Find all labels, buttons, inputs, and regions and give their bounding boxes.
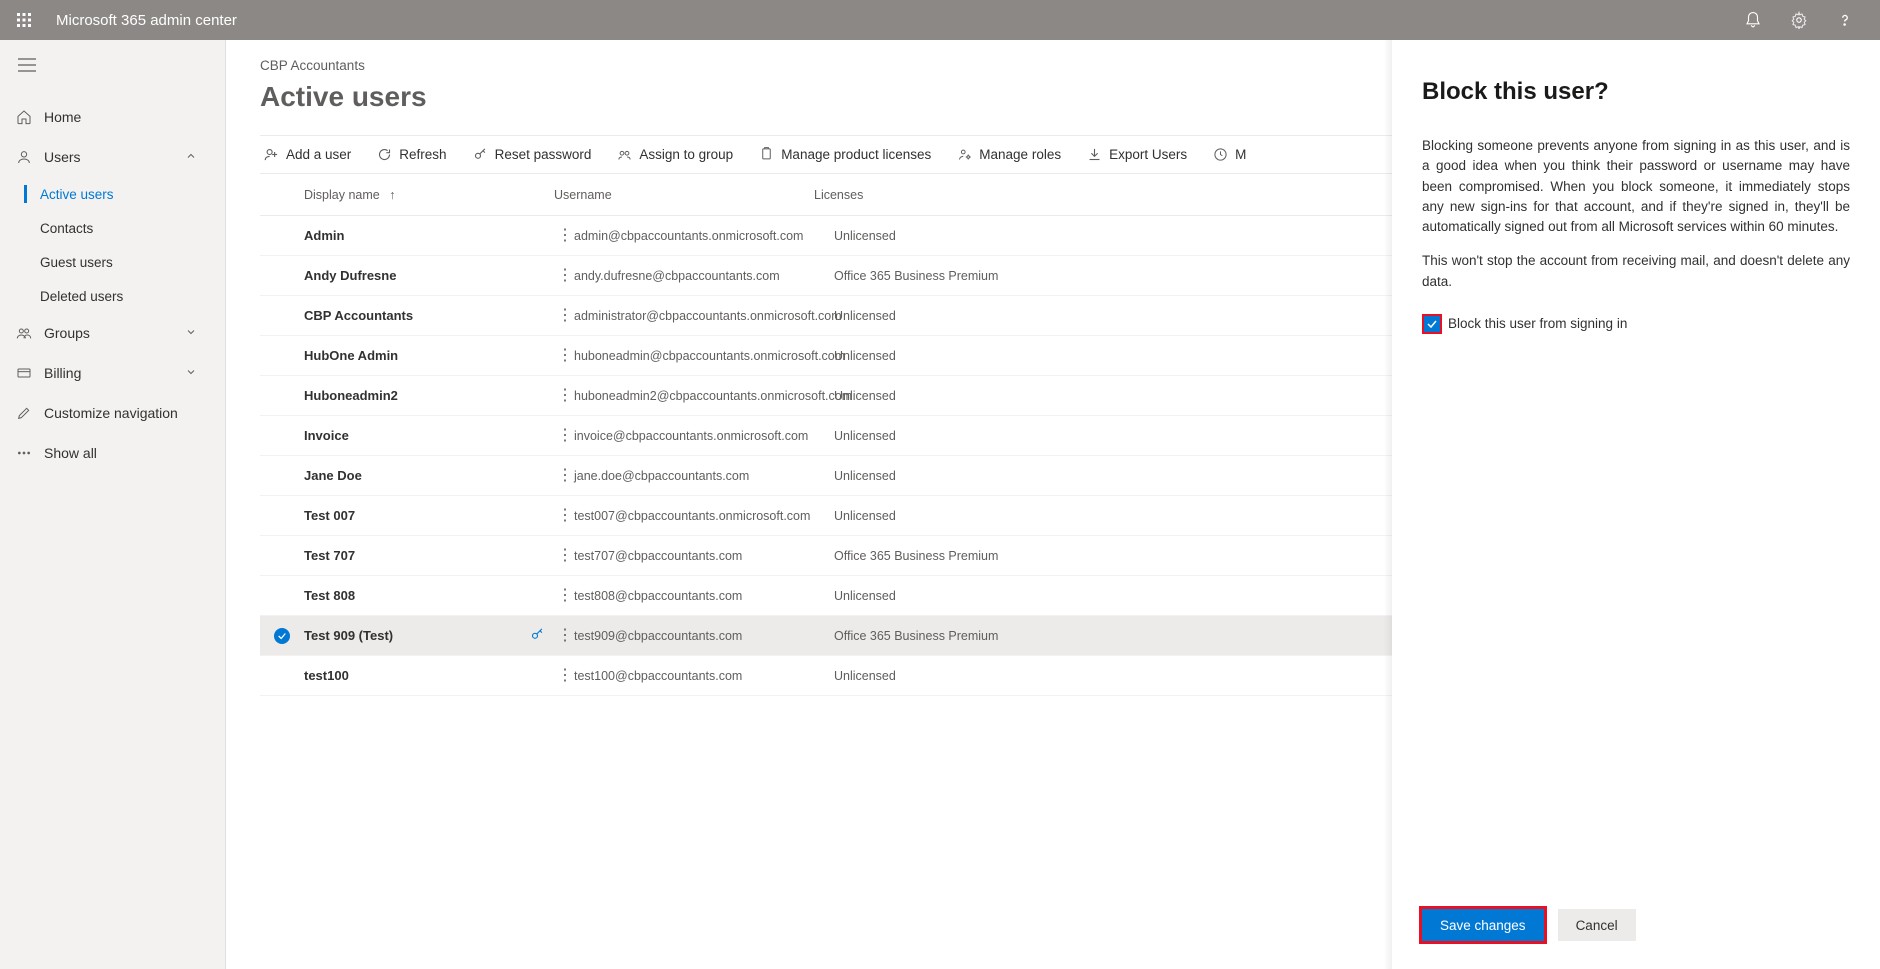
notifications-icon[interactable]	[1744, 11, 1762, 29]
subnav-deleted-users[interactable]: Deleted users	[0, 279, 225, 313]
subnav-active-users[interactable]: Active users	[0, 177, 225, 211]
row-display-name: Test 007	[304, 508, 514, 523]
nav-home[interactable]: Home	[0, 97, 225, 137]
nav-customize[interactable]: Customize navigation	[0, 393, 225, 433]
row-username: invoice@cbpaccountants.onmicrosoft.com	[574, 429, 834, 443]
row-more-icon[interactable]: ⋮	[557, 508, 574, 524]
app-title: Microsoft 365 admin center	[56, 12, 1744, 29]
row-username: jane.doe@cbpaccountants.com	[574, 469, 834, 483]
cancel-button[interactable]: Cancel	[1558, 909, 1636, 941]
manage-roles-button[interactable]: Manage roles	[957, 147, 1061, 162]
export-users-button[interactable]: Export Users	[1087, 147, 1187, 162]
row-more-icon[interactable]: ⋮	[557, 348, 574, 364]
row-username: test909@cbpaccountants.com	[574, 629, 834, 643]
row-display-name: Admin	[304, 228, 514, 243]
row-username: test100@cbpaccountants.com	[574, 669, 834, 683]
row-display-name: Andy Dufresne	[304, 268, 514, 283]
nav-users-label: Users	[44, 149, 81, 165]
help-icon[interactable]	[1836, 11, 1854, 29]
row-more-icon[interactable]: ⋮	[557, 388, 574, 404]
nav-billing-label: Billing	[44, 365, 81, 381]
row-display-name: Jane Doe	[304, 468, 514, 483]
app-launcher-icon[interactable]	[12, 8, 36, 32]
panel-text-2: This won't stop the account from receivi…	[1422, 251, 1850, 292]
subnav-contacts[interactable]: Contacts	[0, 211, 225, 245]
column-username[interactable]: Username	[554, 188, 814, 202]
row-username: huboneadmin2@cbpaccountants.onmicrosoft.…	[574, 389, 834, 403]
nav-show-all-label: Show all	[44, 445, 97, 461]
panel-title: Block this user?	[1422, 78, 1850, 106]
reset-password-button[interactable]: Reset password	[473, 147, 592, 162]
block-signin-checkbox[interactable]	[1422, 314, 1442, 334]
collapse-nav-icon[interactable]	[0, 40, 225, 95]
row-select[interactable]	[274, 628, 304, 644]
row-display-name: test100	[304, 668, 514, 683]
chevron-down-icon	[185, 325, 209, 341]
row-display-name: Test 808	[304, 588, 514, 603]
row-display-name: Invoice	[304, 428, 514, 443]
row-more-icon[interactable]: ⋮	[557, 228, 574, 244]
row-more-icon[interactable]: ⋮	[557, 548, 574, 564]
reset-password-icon[interactable]	[530, 627, 545, 645]
left-nav: Home Users Active users Contacts Guest u…	[0, 40, 226, 969]
row-display-name: Test 909 (Test)	[304, 628, 514, 643]
column-display-name[interactable]: Display name ↑	[304, 188, 554, 202]
refresh-button[interactable]: Refresh	[377, 147, 446, 162]
row-username: admin@cbpaccountants.onmicrosoft.com	[574, 229, 834, 243]
row-username: test808@cbpaccountants.com	[574, 589, 834, 603]
row-display-name: CBP Accountants	[304, 308, 514, 323]
subnav-guest-users[interactable]: Guest users	[0, 245, 225, 279]
settings-gear-icon[interactable]	[1790, 11, 1808, 29]
row-display-name: HubOne Admin	[304, 348, 514, 363]
row-more-icon[interactable]: ⋮	[557, 588, 574, 604]
block-user-panel: Block this user? Blocking someone preven…	[1392, 40, 1880, 969]
row-more-icon[interactable]: ⋮	[557, 668, 574, 684]
row-display-name: Huboneadmin2	[304, 388, 514, 403]
row-more-icon[interactable]: ⋮	[557, 428, 574, 444]
nav-customize-label: Customize navigation	[44, 405, 178, 421]
row-display-name: Test 707	[304, 548, 514, 563]
nav-billing[interactable]: Billing	[0, 353, 225, 393]
nav-show-all[interactable]: Show all	[0, 433, 225, 473]
chevron-down-icon	[185, 365, 209, 381]
more-commands-button[interactable]: M	[1213, 147, 1246, 162]
row-username: test707@cbpaccountants.com	[574, 549, 834, 563]
row-more-icon[interactable]: ⋮	[557, 268, 574, 284]
main-content: CBP Accountants Active users Add a user …	[226, 40, 1880, 969]
topbar: Microsoft 365 admin center	[0, 0, 1880, 40]
panel-text-1: Blocking someone prevents anyone from si…	[1422, 136, 1850, 237]
nav-groups-label: Groups	[44, 325, 90, 341]
selected-check-icon	[274, 628, 290, 644]
row-username: administrator@cbpaccountants.onmicrosoft…	[574, 309, 834, 323]
row-username: andy.dufresne@cbpaccountants.com	[574, 269, 834, 283]
nav-groups[interactable]: Groups	[0, 313, 225, 353]
sort-asc-icon: ↑	[389, 188, 395, 202]
row-more-icon[interactable]: ⋮	[557, 628, 574, 644]
block-signin-label: Block this user from signing in	[1448, 314, 1627, 334]
save-changes-button[interactable]: Save changes	[1422, 909, 1544, 941]
chevron-up-icon	[185, 149, 209, 165]
row-username: huboneadmin@cbpaccountants.onmicrosoft.c…	[574, 349, 834, 363]
row-username: test007@cbpaccountants.onmicrosoft.com	[574, 509, 834, 523]
row-more-icon[interactable]: ⋮	[557, 308, 574, 324]
nav-home-label: Home	[44, 109, 81, 125]
add-user-button[interactable]: Add a user	[264, 147, 351, 162]
manage-licenses-button[interactable]: Manage product licenses	[759, 147, 931, 162]
assign-to-group-button[interactable]: Assign to group	[617, 147, 733, 162]
panel-shadow	[1384, 40, 1392, 969]
row-more-icon[interactable]: ⋮	[557, 468, 574, 484]
nav-users[interactable]: Users	[0, 137, 225, 177]
